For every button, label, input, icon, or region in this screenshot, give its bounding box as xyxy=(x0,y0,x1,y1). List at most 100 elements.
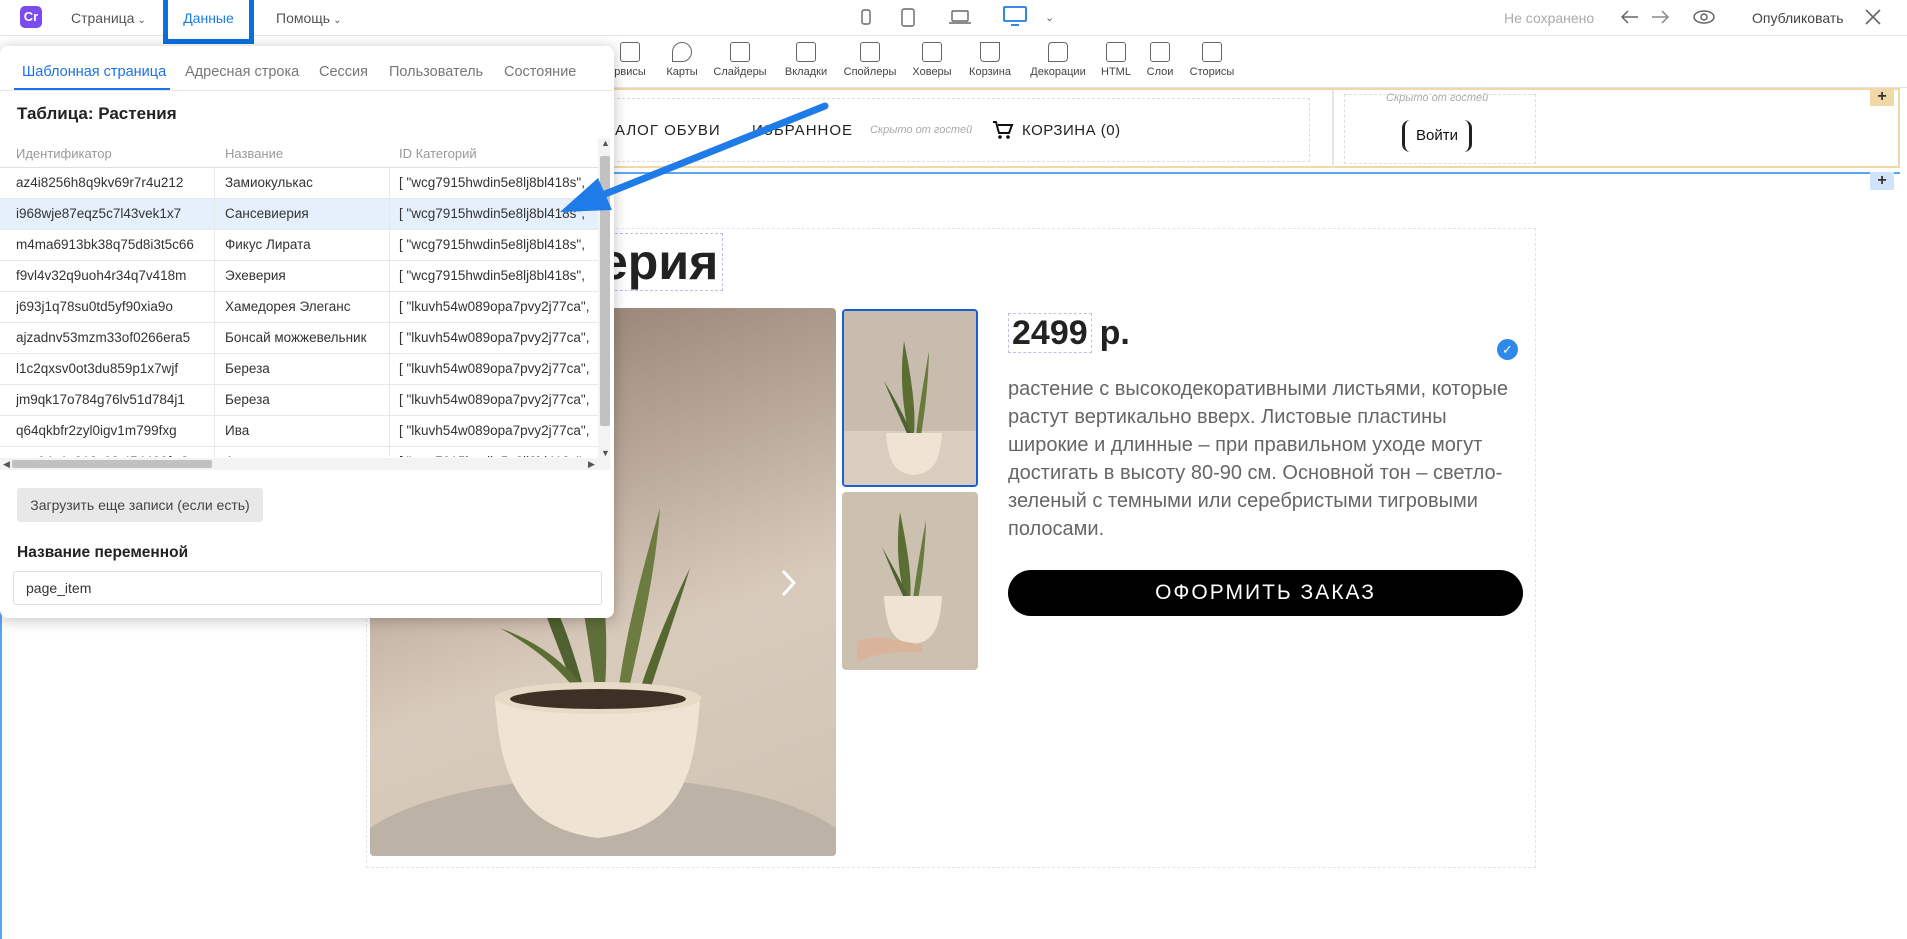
cursor-icon xyxy=(922,42,942,62)
variable-name-label: Название переменной xyxy=(17,544,189,561)
records-table: Идентификатор Название ID Категорий az4i… xyxy=(0,141,598,457)
divider xyxy=(389,167,390,457)
table-row[interactable]: q64qkbfr2zyl0igv1m799fxg Ива [ "lkuvh54w08… xyxy=(0,416,598,447)
menu-data-label: Данные xyxy=(183,10,234,26)
table-cell: [ "lkuvh54w089opa7pvy2j77ca", xyxy=(399,423,590,438)
login-button[interactable]: Войти xyxy=(1402,120,1472,152)
table-row[interactable]: f9vl4v32q9uoh4r34q7v418m Эхеверия [ "wcg79… xyxy=(0,261,598,292)
chevron-right-icon[interactable] xyxy=(780,568,798,598)
table-cell: m4ma6913bk38q75d8i3t5c66 xyxy=(16,237,194,252)
close-icon[interactable] xyxy=(1864,8,1882,26)
tool-label: Карты xyxy=(666,66,698,78)
tab-state[interactable]: Состояние xyxy=(504,64,576,80)
table-cell: Алоэ xyxy=(225,447,389,457)
divider xyxy=(1332,90,1334,168)
tab-template-page[interactable]: Шаблонная страница xyxy=(22,64,166,80)
chevron-down-icon[interactable]: ⌄ xyxy=(1045,11,1054,24)
cart-icon[interactable] xyxy=(992,120,1014,140)
cart-icon xyxy=(980,42,1000,62)
save-status: Не сохранено xyxy=(1504,10,1595,26)
undo-icon[interactable] xyxy=(1620,8,1640,26)
table-cell: Эхеверия xyxy=(225,268,286,283)
check-icon: ✓ xyxy=(1497,339,1518,360)
table-cell: [ "lkuvh54w089opa7pvy2j77ca", xyxy=(399,330,590,345)
product-thumbnail[interactable] xyxy=(842,309,978,487)
scroll-left-icon[interactable]: ◀ xyxy=(3,459,10,470)
add-block-plus-icon[interactable]: + xyxy=(1870,88,1894,106)
thumbnail-photo xyxy=(844,311,976,485)
tab-user[interactable]: Пользователь xyxy=(389,64,483,80)
tab-session[interactable]: Сессия xyxy=(319,64,368,80)
table-cell: az4i8256h8q9kv69r7r4u212 xyxy=(16,175,184,190)
hidden-guest-note: Скрыто от гостей xyxy=(1386,92,1489,104)
tool-stories[interactable]: Сторисы xyxy=(1182,42,1242,78)
table-cell: j693j1q78su0td5yf90xia9o xyxy=(16,299,173,314)
table-cell: ajzadnv53mzm33of0266era5 xyxy=(16,330,191,345)
tool-sliders[interactable]: Слайдеры xyxy=(710,42,770,78)
tool-tabs[interactable]: Вкладки xyxy=(776,42,836,78)
tool-cart[interactable]: Корзина xyxy=(960,42,1020,78)
add-block-plus-icon[interactable]: + xyxy=(1870,172,1894,190)
product-price[interactable]: 2499 р. xyxy=(1008,313,1130,353)
table-row[interactable]: jm9qk17o784g76lv51d784j1 Береза [ "lkuvh54… xyxy=(0,385,598,416)
tool-spoilers[interactable]: Спойлеры xyxy=(840,42,900,78)
layers-icon xyxy=(1150,42,1170,62)
table-cell: Замиокулькас xyxy=(225,175,313,190)
thumbnail-photo xyxy=(842,492,978,670)
tablet-icon[interactable] xyxy=(900,8,916,28)
table-row[interactable]: j693j1q78su0td5yf90xia9o Хамедорея Элеган… xyxy=(0,292,598,323)
laptop-icon[interactable] xyxy=(948,8,972,26)
chevron-down-icon: ⌄ xyxy=(137,15,146,26)
tool-label: Сторисы xyxy=(1189,66,1235,78)
publish-button[interactable]: Опубликовать xyxy=(1752,10,1844,26)
tool-maps[interactable]: Карты xyxy=(652,42,712,78)
price-currency: р. xyxy=(1099,314,1130,352)
table-cell: l1c2qxsv0ot3du859p1x7wjf xyxy=(16,361,179,376)
table-cell: q64qkbfr2zyl0igv1m799fxg xyxy=(16,423,177,438)
table-row[interactable]: m4ma6913bk38q75d8i3t5c66 Фикус Лирата [ "w… xyxy=(0,230,598,261)
menu-help[interactable]: Помощь ⌄ xyxy=(276,10,341,26)
tabs-icon xyxy=(796,42,816,62)
table-row[interactable]: az4i8256h8q9kv69r7r4u212 Замиокулькас[ "w… xyxy=(0,168,598,199)
tool-label: Слои xyxy=(1146,66,1174,78)
scroll-right-icon[interactable]: ▶ xyxy=(588,459,595,470)
load-more-button[interactable]: Загрузить еще записи (если есть) xyxy=(17,488,263,522)
stories-icon xyxy=(1202,42,1222,62)
tool-label: Спойлеры xyxy=(843,66,897,78)
map-pin-icon xyxy=(672,42,692,62)
tool-label: Вкладки xyxy=(784,66,828,78)
product-thumbnail[interactable] xyxy=(842,492,978,670)
table-row[interactable]: l1c2qxsv0ot3du859p1x7wjf Береза [ "lkuvh54… xyxy=(0,354,598,385)
variable-name-input[interactable]: page_item xyxy=(13,571,602,605)
phone-icon[interactable] xyxy=(860,8,872,26)
preview-eye-icon[interactable] xyxy=(1692,7,1716,27)
table-row[interactable]: ajzadnv53mzm33of0266era5 Бонсай можжевель… xyxy=(0,323,598,354)
desktop-icon[interactable] xyxy=(1003,5,1027,27)
tab-address-bar[interactable]: Адресная строка xyxy=(185,64,299,80)
app-logo[interactable]: Cr xyxy=(20,6,42,28)
table-row[interactable]: i968wje87eqz5c7l43vek1x7 Сансевиерия[ "wc… xyxy=(0,199,598,230)
order-button[interactable]: ОФОРМИТЬ ЗАКАЗ xyxy=(1008,570,1523,616)
menu-page-label: Страница xyxy=(71,10,135,26)
table-cell: [ "lkuvh54w089opa7pvy2j77ca", xyxy=(399,392,590,407)
table-row[interactable]: gsa94q1s013v93t454400fw8 Алоэ [ "wcg7915hw… xyxy=(0,447,598,457)
tool-label: рвисы xyxy=(614,66,646,78)
hidden-guest-note: Скрыто от гостей xyxy=(870,124,973,136)
horizontal-scroll-thumb[interactable] xyxy=(12,460,212,468)
table-cell: [ "lkuvh54w089opa7pvy2j77ca", xyxy=(399,299,590,314)
table-cell: Береза xyxy=(225,392,270,407)
spoiler-icon xyxy=(860,42,880,62)
cart-link[interactable]: КОРЗИНА (0) xyxy=(1022,122,1121,139)
product-description[interactable]: растение с высокодекоративными листьями,… xyxy=(1008,375,1523,543)
product-title[interactable]: ерия xyxy=(595,233,724,291)
scroll-down-icon[interactable]: ▼ xyxy=(601,448,610,458)
menu-help-label: Помощь xyxy=(276,10,331,26)
tool-label: HTML xyxy=(1101,66,1131,78)
table-cell: [ "wcg7915hwdin5e8lj8bl418s", xyxy=(399,237,585,252)
menu-data[interactable]: Данные⌄ xyxy=(163,0,254,62)
menu-page[interactable]: Страница ⌄ xyxy=(71,10,146,26)
tool-decorations[interactable]: Декорации xyxy=(1026,42,1090,78)
tool-layers[interactable]: Слои xyxy=(1130,42,1190,78)
redo-icon[interactable] xyxy=(1650,8,1670,26)
tool-hovers[interactable]: Ховеры xyxy=(902,42,962,78)
